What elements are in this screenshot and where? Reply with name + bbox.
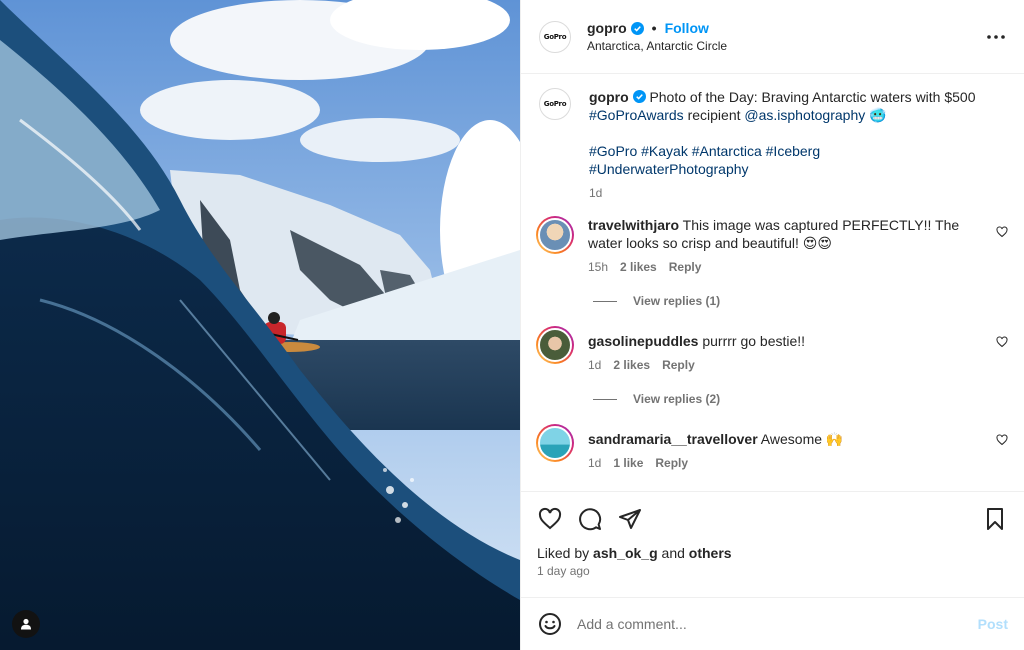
hashtags-link[interactable]: #UnderwaterPhotography: [589, 161, 749, 177]
cold-face-emoji: 🥶: [869, 107, 887, 123]
user-silhouette-icon: [21, 618, 31, 630]
share-paper-plane-icon[interactable]: [617, 506, 643, 532]
like-comment-icon[interactable]: [984, 424, 1008, 446]
view-replies-button[interactable]: View replies (1): [593, 294, 1008, 308]
tagged-users-button[interactable]: [12, 610, 40, 638]
comments-section[interactable]: GoPro gopro Photo of the Day: Braving An…: [521, 74, 1024, 491]
post-timestamp: 1 day ago: [537, 564, 590, 578]
like-heart-icon[interactable]: [537, 506, 563, 532]
comment-username[interactable]: gasolinepuddles: [588, 333, 698, 349]
comment-likes[interactable]: 2 likes: [620, 258, 657, 276]
comment-input[interactable]: [577, 616, 978, 632]
comment-avatar[interactable]: [536, 326, 574, 364]
comment-time: 1d: [588, 456, 602, 470]
comment-username[interactable]: travelwithjaro: [588, 217, 679, 233]
post-actions: Liked by ash_ok_g and others 1 day ago: [521, 491, 1024, 597]
hashtag-link[interactable]: #GoProAwards: [589, 107, 684, 123]
header-username[interactable]: gopro: [587, 20, 627, 36]
post-photo[interactable]: [0, 0, 520, 650]
gopro-avatar[interactable]: GoPro: [539, 20, 571, 53]
bookmark-icon[interactable]: [982, 506, 1008, 532]
comment-item: sandramaria__travellover Awesome 🙌 1d 1 …: [536, 424, 1008, 472]
liked-by-user-link[interactable]: ash_ok_g: [593, 545, 658, 561]
post-header: GoPro gopro • Follow Antarctica, Antarct…: [521, 0, 1024, 74]
post-comment-button[interactable]: Post: [978, 616, 1008, 632]
follow-button[interactable]: Follow: [665, 20, 709, 36]
antarctic-kayak-photo: [0, 0, 520, 650]
comment-item: gasolinepuddles purrrr go bestie!! 1d 2 …: [536, 326, 1008, 374]
comment-likes[interactable]: 1 like: [613, 454, 643, 472]
location-link[interactable]: Antarctica, Antarctic Circle: [587, 39, 984, 53]
caption-avatar[interactable]: GoPro: [539, 88, 571, 120]
caption-text: recipient: [683, 107, 745, 123]
emoji-smiley-icon[interactable]: [537, 611, 563, 637]
caption-username[interactable]: gopro: [589, 89, 629, 105]
view-replies-button[interactable]: View replies (2): [593, 392, 1008, 406]
post-dialog: GoPro gopro • Follow Antarctica, Antarct…: [0, 0, 1024, 650]
hashtags-link[interactable]: #GoPro #Kayak #Antarctica #Iceberg: [589, 143, 820, 159]
liked-by-others-link[interactable]: others: [689, 545, 732, 561]
comment-avatar[interactable]: [536, 424, 574, 462]
comment-username[interactable]: sandramaria__travellover: [588, 431, 758, 447]
comment-text: Awesome 🙌: [760, 431, 844, 447]
reply-button[interactable]: Reply: [655, 454, 688, 472]
comment-bubble-icon[interactable]: [577, 506, 603, 532]
separator-dot: •: [651, 20, 657, 36]
add-comment-bar: Post: [521, 597, 1024, 650]
verified-badge-icon: [632, 90, 646, 103]
caption: GoPro gopro Photo of the Day: Braving An…: [539, 88, 1008, 202]
more-options-icon[interactable]: [984, 25, 1008, 49]
reply-button[interactable]: Reply: [669, 258, 702, 276]
comment-time: 15h: [588, 260, 609, 274]
comment-time: 1d: [588, 358, 602, 372]
liked-by: Liked by ash_ok_g and others: [537, 545, 732, 561]
mention-link[interactable]: @as.isphotography: [744, 107, 865, 123]
verified-badge-icon: [630, 21, 644, 35]
caption-time: 1d: [589, 186, 603, 200]
comment-avatar[interactable]: [536, 216, 574, 254]
comment-item: travelwithjaro This image was captured P…: [536, 216, 1008, 276]
like-comment-icon[interactable]: [984, 326, 1008, 348]
comment-text: purrrr go bestie!!: [702, 333, 806, 349]
caption-text: Photo of the Day: Braving Antarctic wate…: [649, 89, 976, 105]
comment-likes[interactable]: 2 likes: [613, 356, 650, 374]
post-side-panel: GoPro gopro • Follow Antarctica, Antarct…: [520, 0, 1024, 650]
like-comment-icon[interactable]: [984, 216, 1008, 238]
reply-button[interactable]: Reply: [662, 356, 695, 374]
